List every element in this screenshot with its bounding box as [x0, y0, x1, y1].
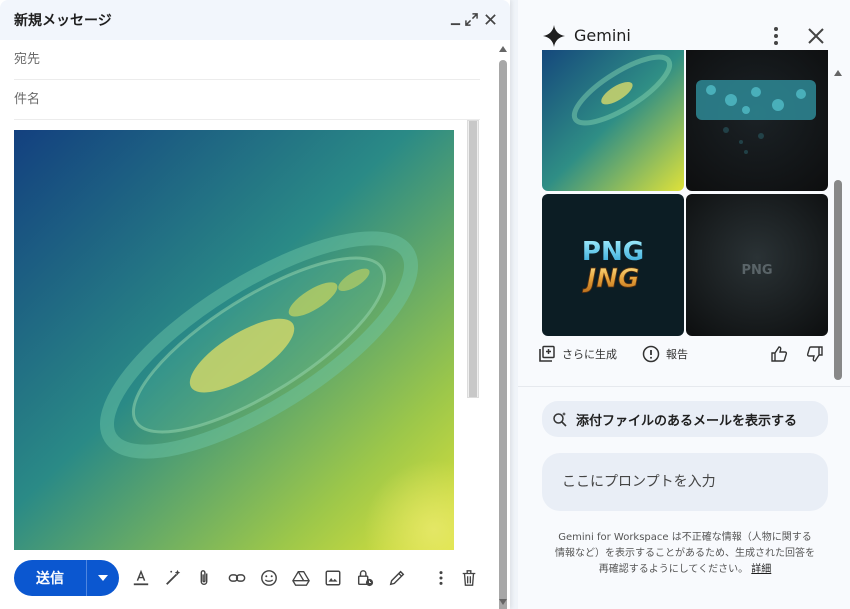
inserted-image[interactable]: [14, 130, 454, 550]
png-label-bottom: JNG: [582, 264, 640, 294]
insert-photo-button[interactable]: [323, 568, 343, 588]
compose-toolbar: 送信: [0, 552, 496, 604]
gemini-sparkle-icon: [543, 25, 565, 47]
search-sparkle-icon: [553, 412, 567, 427]
drive-button[interactable]: [291, 568, 311, 588]
subject-field[interactable]: [14, 80, 480, 120]
disclaimer: Gemini for Workspace は不正確な情報（人物に関する情報など）…: [554, 530, 816, 578]
emoji-icon: [261, 570, 277, 586]
suggestion-chip[interactable]: 添付ファイルのあるメールを表示する: [542, 401, 828, 437]
generate-more-label: さらに生成: [562, 348, 617, 361]
report-label: 報告: [666, 348, 688, 361]
generate-more-button[interactable]: さらに生成: [538, 345, 617, 363]
magic-pen-icon: [166, 569, 181, 585]
insert-link-button[interactable]: [227, 568, 247, 588]
subject-input[interactable]: [14, 92, 480, 107]
generated-image-2[interactable]: [686, 50, 828, 191]
scroll-up-arrow[interactable]: [834, 70, 842, 76]
thumbs-down-icon: [806, 346, 823, 362]
text-format-icon: [133, 569, 149, 586]
to-input[interactable]: [14, 52, 480, 67]
compose-header: 新規メッセージ: [0, 0, 510, 40]
generated-image-4[interactable]: PNG: [686, 194, 828, 336]
drive-icon: [292, 571, 310, 586]
ai-write-button[interactable]: [163, 568, 183, 588]
report-button[interactable]: 報告: [642, 345, 688, 363]
close-icon[interactable]: [806, 26, 826, 46]
trash-icon: [462, 570, 476, 586]
signature-button[interactable]: [387, 568, 407, 588]
pen-icon: [389, 570, 405, 586]
send-button[interactable]: 送信: [14, 568, 86, 588]
compose-title: 新規メッセージ: [14, 13, 112, 29]
thumbs-up-icon: [771, 346, 788, 362]
send-options-button[interactable]: [87, 575, 119, 581]
caret-down-icon: [98, 575, 108, 581]
link-icon: [228, 574, 246, 582]
gemini-panel: Gemini PNG JNG PNG さらに生成 報告 添付ファイルのあるメール…: [518, 0, 850, 609]
confidential-mode-button[interactable]: [355, 568, 375, 588]
fullscreen-button[interactable]: [462, 10, 480, 28]
more-vert-icon[interactable]: [766, 25, 786, 47]
gemini-scrollbar[interactable]: [832, 66, 844, 386]
png-label-top: PNG: [582, 237, 644, 267]
scroll-down-arrow[interactable]: [499, 599, 507, 605]
details-link[interactable]: 詳細: [751, 564, 771, 575]
screen: 新規メッセージ 宛先 件名 送信 Gemini PNG JNG PNG さらに生…: [0, 0, 850, 609]
thumbs-down-button[interactable]: [806, 345, 830, 363]
scroll-up-arrow[interactable]: [499, 46, 507, 52]
lock-clock-icon: [357, 570, 374, 587]
suggestion-label: 添付ファイルのあるメールを表示する: [576, 413, 798, 429]
discard-draft-button[interactable]: [459, 568, 479, 588]
gemini-title: Gemini: [574, 26, 631, 45]
compose-scrollbar[interactable]: [496, 40, 510, 609]
generated-image-3[interactable]: PNG JNG: [542, 194, 684, 336]
add-photo-icon: [539, 345, 555, 362]
generated-image-1[interactable]: [542, 50, 684, 191]
close-icon: [484, 13, 496, 25]
compose-window: 新規メッセージ 宛先 件名 送信: [0, 0, 510, 609]
close-compose-button[interactable]: [481, 10, 499, 28]
to-field[interactable]: [14, 40, 480, 80]
thumbs-up-button[interactable]: [770, 345, 794, 363]
emoji-button[interactable]: [259, 568, 279, 588]
disclaimer-text: Gemini for Workspace は不正確な情報（人物に関する情報など）…: [555, 532, 815, 575]
formatting-button[interactable]: [131, 568, 151, 588]
expand-icon: [464, 12, 478, 26]
minimize-icon: [450, 22, 460, 25]
send-button-group: 送信: [14, 560, 119, 596]
body-scrollbar[interactable]: [467, 120, 479, 398]
png-label-gray: PNG: [741, 263, 772, 278]
attach-button[interactable]: [194, 568, 214, 588]
photo-icon: [325, 570, 341, 586]
more-options-button[interactable]: [431, 568, 451, 588]
report-icon: [642, 345, 660, 363]
paperclip-icon: [200, 570, 208, 585]
more-vert-icon: [439, 571, 443, 585]
prompt-input[interactable]: ここにプロンプトを入力: [542, 453, 828, 511]
